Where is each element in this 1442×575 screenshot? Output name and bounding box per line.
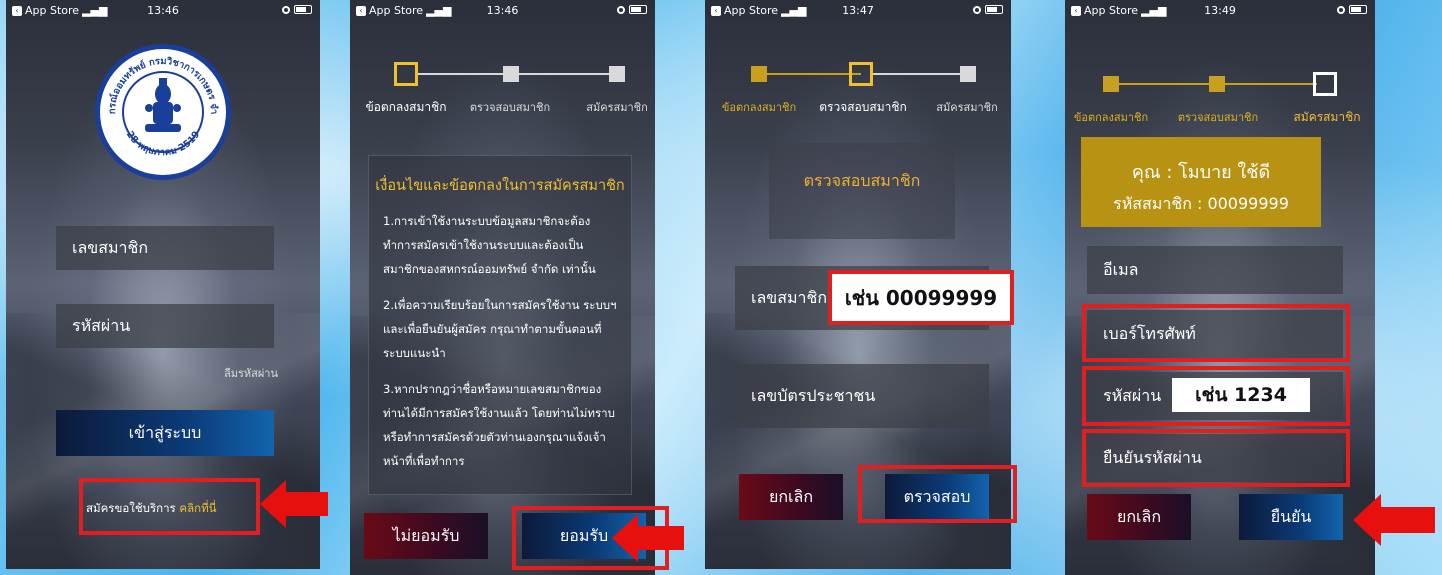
battery-icon xyxy=(294,5,312,14)
password-example: เช่น 1234 xyxy=(1172,378,1310,412)
step-1-marker xyxy=(1103,76,1119,92)
status-bar: ‹ App Store ▂▄▆ 13:46 xyxy=(6,0,320,22)
terms-panel[interactable]: เงื่อนไขและข้อตกลงในการสมัครสมาชิก 1.การ… xyxy=(368,155,632,495)
member-code: รหัสสมาชิก : 00099999 xyxy=(1113,194,1289,213)
step-1-label: ข้อตกลงสมาชิก xyxy=(1073,111,1149,124)
clock: 13:49 xyxy=(1204,4,1236,17)
terms-title: เงื่อนไขและข้อตกลงในการสมัครสมาชิก xyxy=(375,178,625,194)
verify-panel: ตรวจสอบสมาชิก xyxy=(769,143,955,239)
progress-stepper: ข้อตกลงสมาชิก ตรวจสอบสมาชิก สมัครสมาชิก xyxy=(1065,72,1375,132)
status-bar: ‹ App Store ▂▄▆ 13:46 xyxy=(350,0,655,22)
member-info-card: คุณ : โมบาย ใช้ดี รหัสสมาชิก : 00099999 xyxy=(1081,137,1321,227)
decline-button[interactable]: ไม่ยอมรับ xyxy=(364,513,488,559)
battery-icon xyxy=(629,5,647,14)
step-2-label: ตรวจสอบสมาชิก xyxy=(1177,111,1259,124)
step-3-marker xyxy=(1313,72,1337,96)
step-1-label: ข้อตกลงสมาชิก xyxy=(721,101,797,114)
verify-highlight xyxy=(858,465,1017,523)
step-1-label: ข้อตกลงสมาชิก xyxy=(365,100,447,114)
terms-item: 1.การเข้าใช้งานระบบข้อมูลสมาชิกจะต้องทำก… xyxy=(383,214,596,276)
alarm-icon xyxy=(282,5,290,14)
register-highlight xyxy=(79,478,260,535)
terms-item: 3.หากปรากฎว่าชื่อหรือหมายเลขสมาชิกของท่า… xyxy=(383,382,615,468)
status-bar: ‹ App Store ▂▄▆ 13:49 xyxy=(1065,0,1375,22)
email-input[interactable]: อีเมล xyxy=(1087,246,1343,294)
register-screen: ‹ App Store ▂▄▆ 13:49 ข้อตกลงสมาชิก ตรวจสอ… xyxy=(1065,0,1375,575)
step-3-label: สมัครสมาชิก xyxy=(936,101,998,114)
confirm-password-highlight xyxy=(1082,429,1350,487)
cancel-button[interactable]: ยกเลิก xyxy=(1087,494,1191,540)
battery-icon xyxy=(985,5,1003,14)
member-id-example: เช่น 00099999 xyxy=(832,274,1010,321)
progress-stepper: ข้อตกลงสมาชิก ตรวจสอบสมาชิก สมัครสมาชิก xyxy=(350,62,655,122)
step-2-marker xyxy=(849,62,873,86)
clock: 13:46 xyxy=(486,4,519,17)
red-arrow-icon xyxy=(1353,494,1435,546)
cancel-button[interactable]: ยกเลิก xyxy=(739,474,843,520)
member-name: คุณ : โมบาย ใช้ดี xyxy=(1131,162,1271,183)
progress-stepper: ข้อตกลงสมาชิก ตรวจสอบสมาชิก สมัครสมาชิก xyxy=(705,62,1011,122)
battery-icon xyxy=(1349,5,1367,14)
step-2-marker xyxy=(1209,76,1225,92)
alarm-icon xyxy=(617,5,625,14)
step-1-marker xyxy=(394,62,418,86)
terms-item: 2.เพื่อความเรียบร้อยในการสมัครใช้งาน ระบ… xyxy=(383,298,617,360)
citizen-id-input[interactable]: เลขบัตรประชาชน xyxy=(735,364,989,428)
red-arrow-icon xyxy=(612,514,684,562)
verify-title: ตรวจสอบสมาชิก xyxy=(803,171,921,190)
step-3-label: สมัครสมาชิก xyxy=(1293,110,1361,124)
step-2-marker xyxy=(503,66,519,82)
member-id-input[interactable]: เลขสมาชิก xyxy=(56,226,274,270)
confirm-button[interactable]: ยืนยัน xyxy=(1239,494,1343,540)
forgot-password-link[interactable]: ลืมรหัสผ่าน xyxy=(224,364,278,382)
terms-screen: ‹ App Store ▂▄▆ 13:46 ข้อตกลงสมาชิก ตรวจสอ… xyxy=(350,0,655,575)
clock: 13:46 xyxy=(147,4,179,17)
coop-logo: สหกรณ์ออมทรัพย์ กรมวิชาการเกษตร จำกัด 28… xyxy=(93,42,231,180)
login-button[interactable]: เข้าสู่ระบบ xyxy=(56,410,274,456)
status-bar: ‹ App Store ▂▄▆ 13:47 xyxy=(705,0,1011,22)
step-2-label: ตรวจสอบสมาชิก xyxy=(469,101,551,114)
step-3-marker xyxy=(960,66,976,82)
password-input[interactable]: รหัสผ่าน xyxy=(56,304,274,348)
step-3-label: สมัครสมาชิก xyxy=(586,101,648,114)
alarm-icon xyxy=(973,5,981,14)
clock: 13:47 xyxy=(842,4,874,17)
alarm-icon xyxy=(1337,5,1345,14)
step-3-marker xyxy=(609,66,625,82)
phone-highlight xyxy=(1082,304,1350,362)
step-1-marker xyxy=(751,66,767,82)
red-arrow-icon xyxy=(260,480,328,528)
step-2-label: ตรวจสอบสมาชิก xyxy=(819,100,907,114)
